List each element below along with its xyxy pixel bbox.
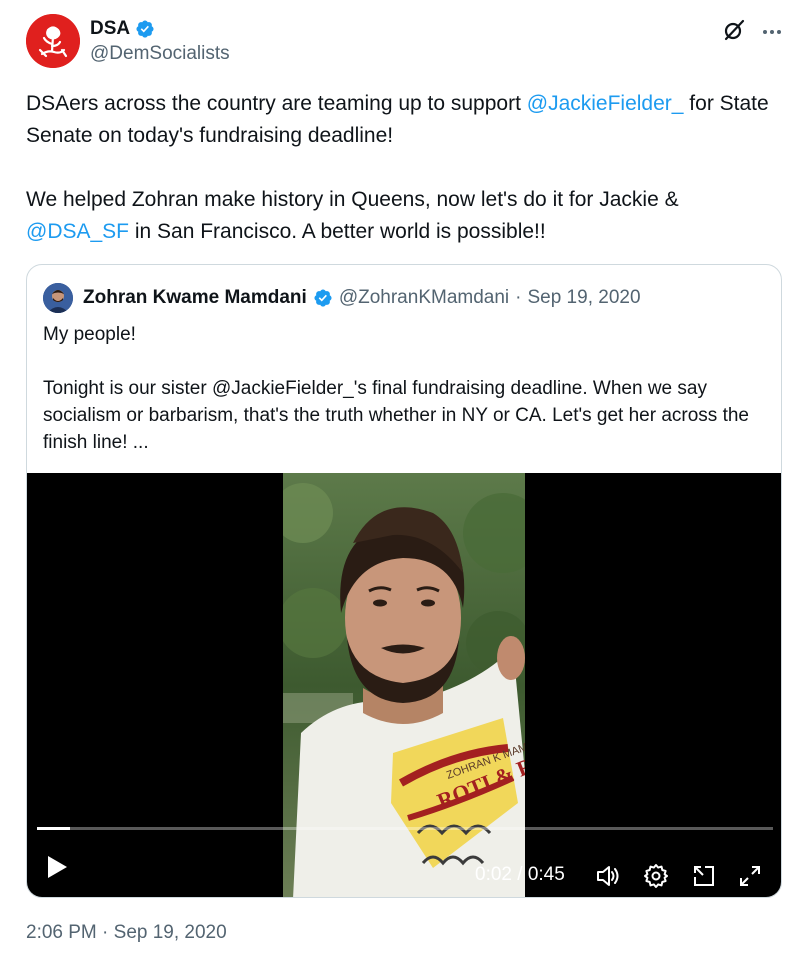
quoted-date[interactable]: Sep 19, 2020 <box>527 287 640 309</box>
post-timestamp[interactable]: 2:06 PM · Sep 19, 2020 <box>26 922 227 944</box>
post-header: DSA @DemSocialists <box>26 14 786 70</box>
play-icon[interactable] <box>45 854 69 880</box>
video-progress-fill <box>37 827 71 830</box>
quoted-avatar-image <box>43 283 73 313</box>
video-duration: 0:45 <box>527 864 565 885</box>
quoted-separator: · <box>515 287 522 308</box>
fullscreen-icon[interactable] <box>737 863 763 889</box>
dsa-rose-logo <box>26 14 80 68</box>
video-time: 0:02 / 0:45 <box>475 864 565 886</box>
video-progress-bar[interactable] <box>37 827 773 830</box>
post-text: DSAers across the country are teaming up… <box>26 88 786 248</box>
video-player[interactable]: ZOHRAN K MAMDANI ROTI & ROSES 0:02 / 0:4… <box>27 473 781 897</box>
post-text-segment: DSAers across the country are teaming up… <box>26 92 527 115</box>
author-row: DSA <box>90 18 155 40</box>
dsa-avatar[interactable] <box>26 14 80 68</box>
verified-badge-icon <box>314 289 332 307</box>
verified-badge-icon <box>136 20 154 38</box>
quoted-post[interactable]: Zohran Kwame Mamdani @ZohranKMamdani · S… <box>26 264 782 898</box>
grok-icon[interactable] <box>722 18 746 42</box>
video-time-separator: / <box>511 864 528 885</box>
volume-icon[interactable] <box>595 863 621 889</box>
quoted-post-header: Zohran Kwame Mamdani @ZohranKMamdani · S… <box>43 283 641 313</box>
pip-icon[interactable] <box>691 863 717 889</box>
post-paragraph-1: DSAers across the country are teaming up… <box>26 88 786 152</box>
settings-icon[interactable] <box>643 863 669 889</box>
author-name[interactable]: DSA <box>90 18 130 40</box>
post-paragraph-2: We helped Zohran make history in Queens,… <box>26 184 786 248</box>
quoted-line-2: Tonight is our sister @JackieFielder_'s … <box>43 378 749 453</box>
quoted-post-text: My people! Tonight is our sister @Jackie… <box>43 321 767 456</box>
post-text-segment: in San Francisco. A better world is poss… <box>129 220 546 243</box>
quoted-line-1: My people! <box>43 324 136 345</box>
video-elapsed: 0:02 <box>475 864 512 885</box>
video-thumbnail: ZOHRAN K MAMDANI ROTI & ROSES <box>283 473 525 897</box>
post-text-segment: We helped Zohran make history in Queens,… <box>26 188 679 211</box>
quoted-author-avatar[interactable] <box>43 283 73 313</box>
quoted-author-handle[interactable]: @ZohranKMamdani <box>339 287 509 309</box>
mention-link-jackiefielder[interactable]: @JackieFielder_ <box>527 92 684 115</box>
mention-link-dsa-sf[interactable]: @DSA_SF <box>26 220 129 243</box>
more-icon[interactable] <box>760 20 784 44</box>
author-handle[interactable]: @DemSocialists <box>90 43 230 65</box>
video-frame: ZOHRAN K MAMDANI ROTI & ROSES <box>283 473 525 897</box>
quoted-author-name[interactable]: Zohran Kwame Mamdani <box>83 287 307 309</box>
